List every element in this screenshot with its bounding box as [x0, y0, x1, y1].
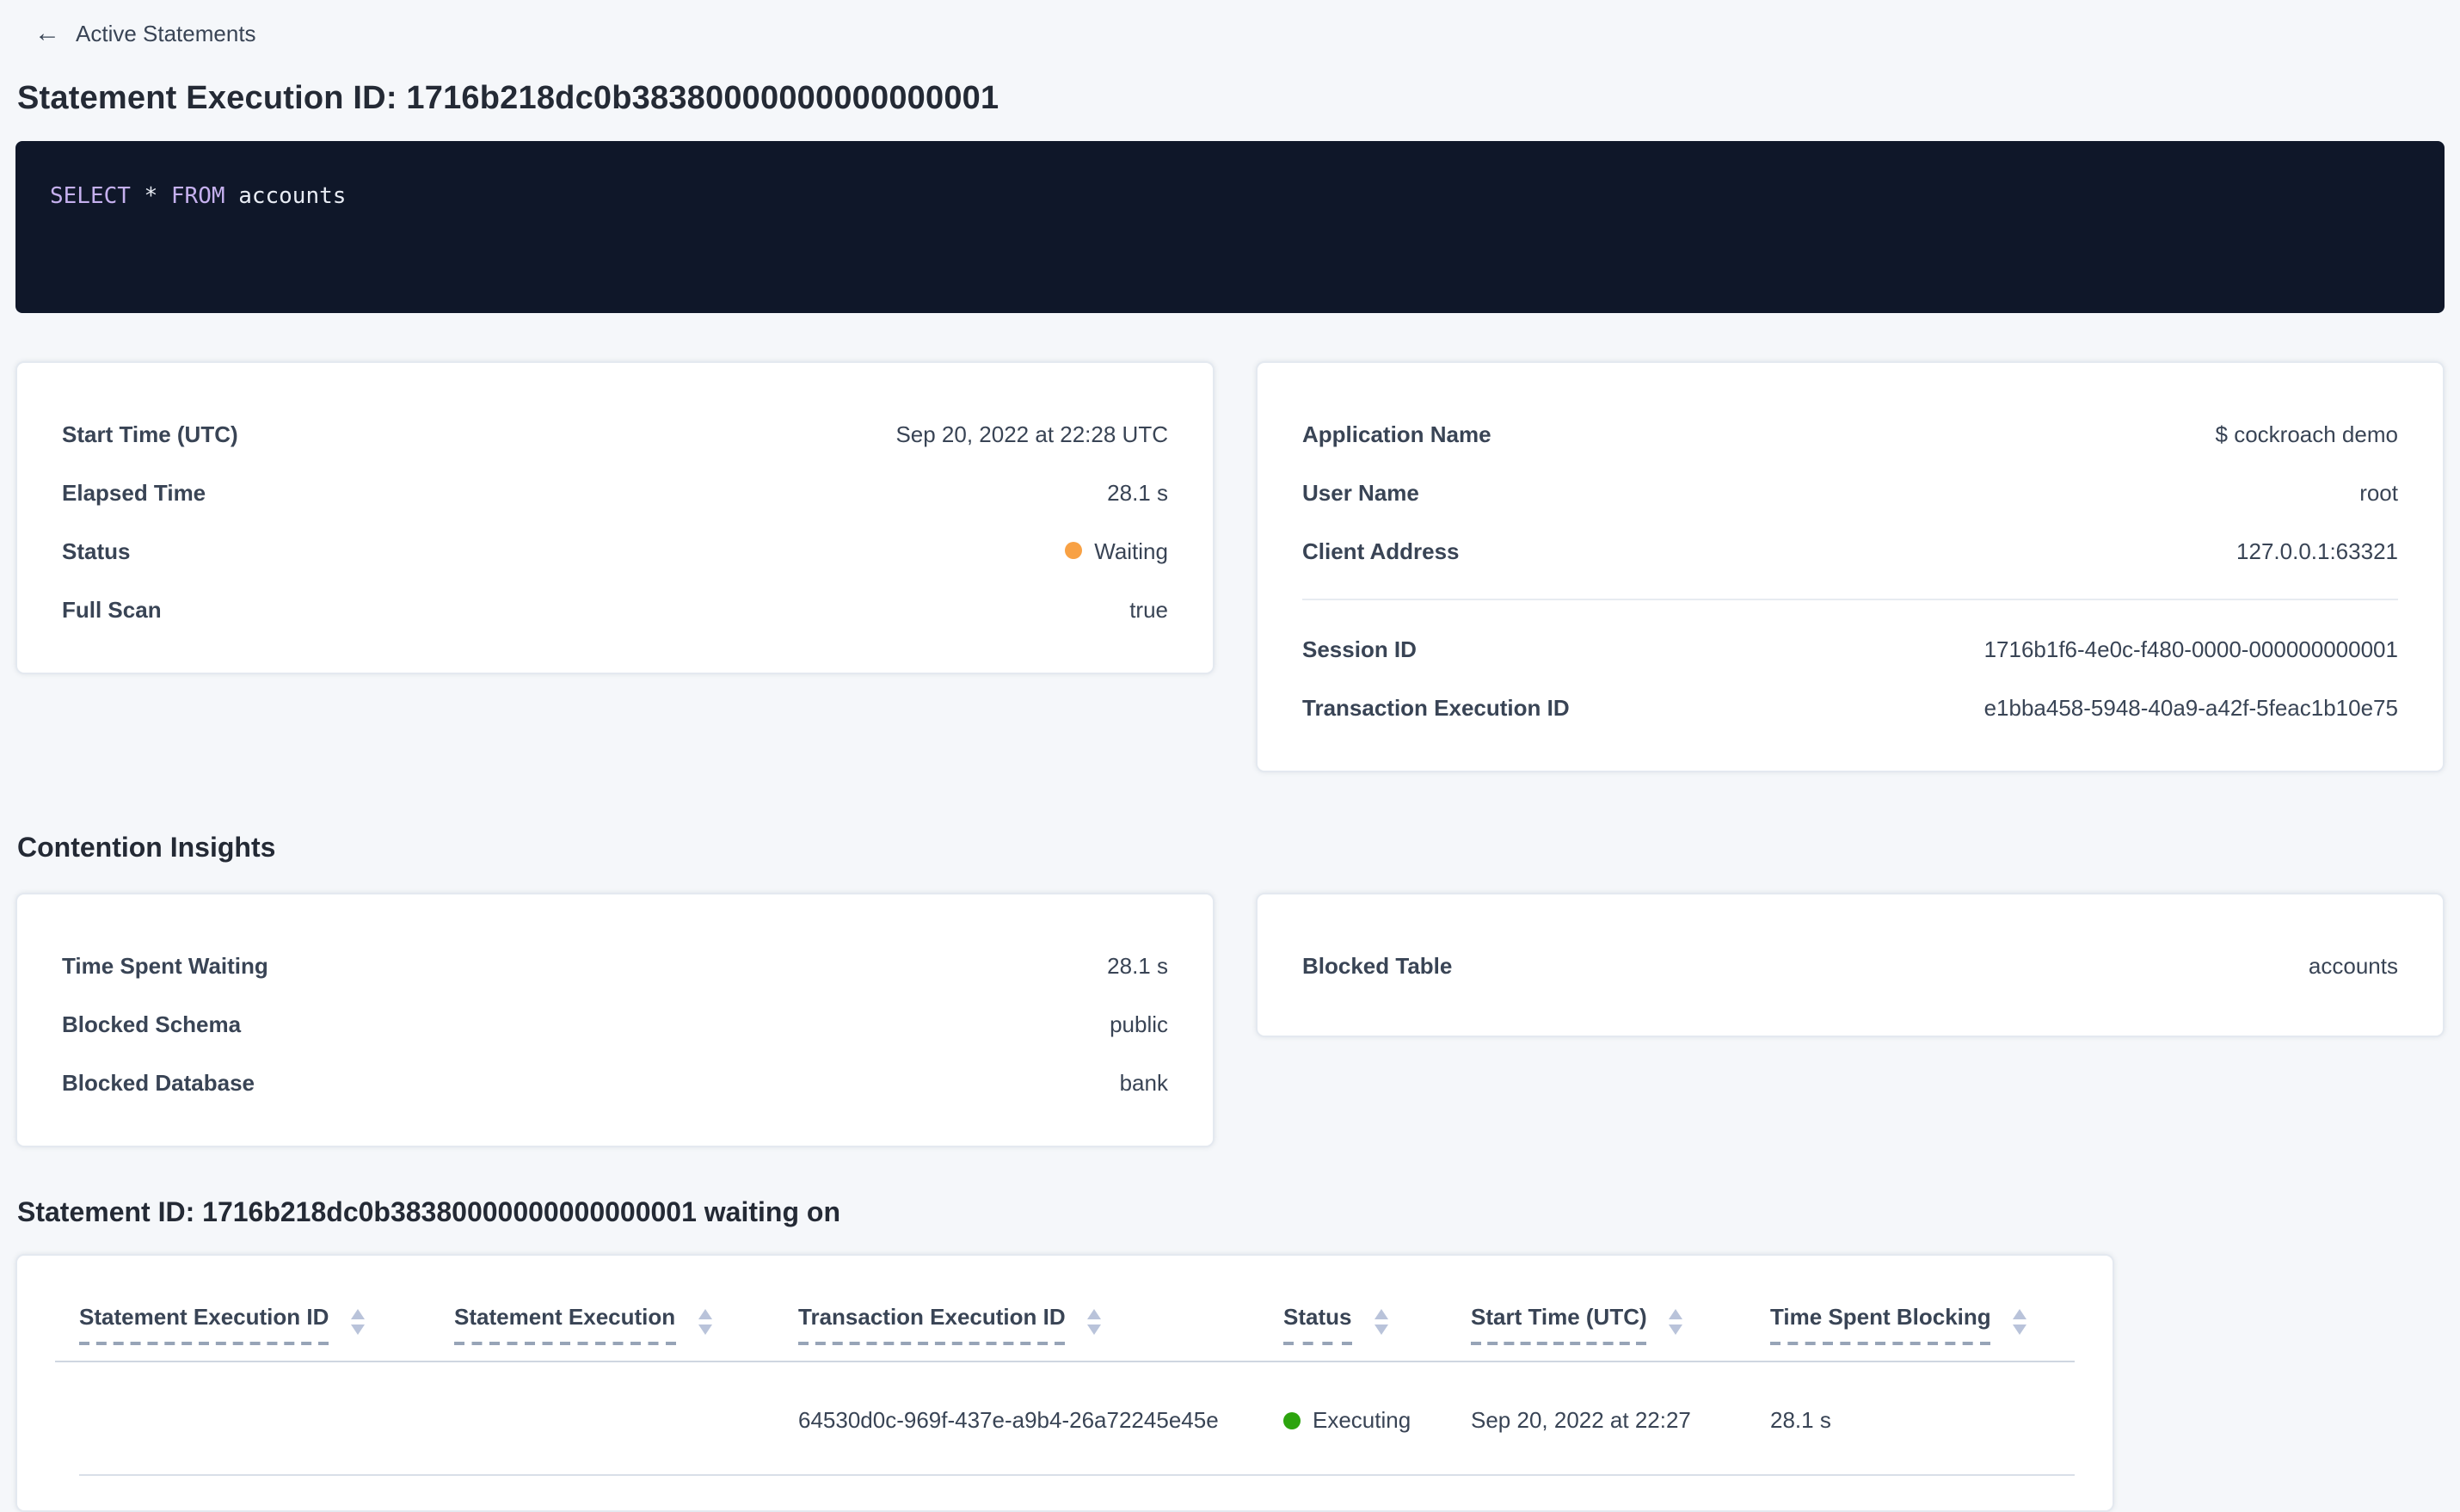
column-header-status[interactable]: Status [1283, 1304, 1471, 1345]
sort-asc-icon [698, 1309, 712, 1319]
application-name-label: Application Name [1302, 421, 1491, 446]
time-spent-waiting-label: Time Spent Waiting [62, 952, 268, 978]
back-arrow-icon: ← [34, 19, 60, 48]
sort-desc-icon [2013, 1325, 2027, 1335]
statement-execution-details-page: ← Active Statements Statement Execution … [0, 0, 2460, 1512]
status-text: Executing [1313, 1407, 1411, 1433]
card-divider [1302, 599, 2398, 600]
sort-asc-icon [2013, 1309, 2027, 1319]
waiting-on-heading: Statement ID: 1716b218dc0b38380000000000… [17, 1199, 840, 1228]
waiting-on-table-header: Statement Execution ID Statement Executi… [79, 1256, 2075, 1345]
full-scan-value: true [1129, 596, 1168, 622]
blocked-schema-value: public [1110, 1011, 1168, 1036]
sort-desc-icon [698, 1325, 712, 1335]
cell-status: Executing [1283, 1407, 1471, 1433]
start-time-label: Start Time (UTC) [62, 421, 238, 446]
full-scan-label: Full Scan [62, 596, 162, 622]
sort-icon[interactable] [1669, 1309, 1683, 1335]
cell-time-spent-blocking: 28.1 s [1770, 1407, 1831, 1433]
user-name-row: User Name root [1302, 463, 2398, 521]
blocked-database-label: Blocked Database [62, 1069, 255, 1095]
page-title: Statement Execution ID: 1716b218dc0b3838… [17, 81, 999, 117]
sort-asc-icon [1087, 1309, 1102, 1319]
elapsed-time-label: Elapsed Time [62, 479, 206, 505]
status-text: Waiting [1094, 538, 1168, 563]
client-address-row: Client Address 127.0.0.1:63321 [1302, 521, 2398, 580]
session-id-link[interactable]: 1716b1f6-4e0c-f480-0000-000000000001 [1984, 636, 2398, 661]
column-header-statement-execution-id[interactable]: Statement Execution ID [79, 1304, 454, 1345]
column-header-statement-execution[interactable]: Statement Execution [454, 1304, 798, 1345]
blocked-table-label: Blocked Table [1302, 952, 1453, 978]
blocked-schema-label: Blocked Schema [62, 1011, 242, 1036]
blocked-database-row: Blocked Database bank [62, 1053, 1168, 1111]
column-header-label: Status [1283, 1304, 1352, 1345]
column-header-label: Statement Execution ID [79, 1304, 329, 1345]
sort-icon[interactable] [2013, 1309, 2027, 1335]
status-row: Status Waiting [62, 521, 1168, 580]
elapsed-time-value: 28.1 s [1107, 479, 1168, 505]
sort-icon[interactable] [1374, 1309, 1388, 1335]
sort-asc-icon [1669, 1309, 1683, 1319]
session-id-row: Session ID 1716b1f6-4e0c-f480-0000-00000… [1302, 619, 2398, 678]
start-time-value: Sep 20, 2022 at 22:28 UTC [895, 421, 1168, 446]
cell-start-time: Sep 20, 2022 at 22:27 [1471, 1407, 1691, 1433]
application-name-value: $ cockroach demo [2215, 421, 2398, 446]
back-link-label: Active Statements [76, 21, 256, 46]
transaction-execution-id-link[interactable]: e1bba458-5948-40a9-a42f-5feac1b10e75 [1984, 694, 2398, 720]
transaction-execution-id-label: Transaction Execution ID [1302, 694, 1570, 720]
column-header-label: Time Spent Blocking [1770, 1304, 1991, 1345]
column-header-label: Start Time (UTC) [1471, 1304, 1647, 1345]
column-header-time-spent-blocking[interactable]: Time Spent Blocking [1770, 1304, 2080, 1345]
sql-statement-box: SELECT * FROM accounts [15, 141, 2445, 313]
sort-icon[interactable] [1087, 1309, 1102, 1335]
sort-icon[interactable] [351, 1309, 366, 1335]
column-header-transaction-execution-id[interactable]: Transaction Execution ID [798, 1304, 1283, 1345]
user-name-label: User Name [1302, 479, 1419, 505]
sort-asc-icon [1374, 1309, 1388, 1319]
sql-table-name: accounts [238, 184, 347, 210]
contention-insights-heading: Contention Insights [17, 834, 276, 864]
sort-icon[interactable] [698, 1309, 712, 1335]
status-label: Status [62, 538, 131, 563]
column-header-start-time[interactable]: Start Time (UTC) [1471, 1304, 1770, 1345]
back-to-active-statements-link[interactable]: ← Active Statements [34, 21, 2445, 46]
client-address-label: Client Address [1302, 538, 1460, 563]
cell-transaction-execution-id: 64530d0c-969f-437e-a9b4-26a72245e45e [798, 1407, 1219, 1433]
execution-overview-card: Start Time (UTC) Sep 20, 2022 at 22:28 U… [15, 361, 1215, 674]
column-header-label: Transaction Execution ID [798, 1304, 1066, 1345]
sort-desc-icon [351, 1325, 366, 1335]
column-header-label: Statement Execution [454, 1304, 676, 1345]
waiting-on-table: Statement Execution ID Statement Executi… [15, 1254, 2114, 1512]
sql-keyword-select: SELECT [50, 184, 131, 210]
elapsed-time-row: Elapsed Time 28.1 s [62, 463, 1168, 521]
time-spent-waiting-row: Time Spent Waiting 28.1 s [62, 936, 1168, 994]
blocked-schema-row: Blocked Schema public [62, 994, 1168, 1053]
status-executing-dot-icon [1283, 1411, 1301, 1429]
sort-desc-icon [1374, 1325, 1388, 1335]
contention-details-card: Time Spent Waiting 28.1 s Blocked Schema… [15, 893, 1215, 1147]
status-waiting-dot-icon [1065, 542, 1083, 559]
blocked-table-value: accounts [2308, 952, 2398, 978]
sort-desc-icon [1087, 1325, 1102, 1335]
session-details-card: Application Name $ cockroach demo User N… [1256, 361, 2445, 772]
status-value: Waiting [1065, 538, 1168, 563]
application-name-row: Application Name $ cockroach demo [1302, 404, 2398, 463]
sql-star: * [144, 184, 158, 210]
table-row: 64530d0c-969f-437e-a9b4-26a72245e45e Exe… [79, 1362, 2075, 1476]
client-address-value: 127.0.0.1:63321 [2236, 538, 2398, 563]
sort-asc-icon [351, 1309, 366, 1319]
transaction-execution-id-row: Transaction Execution ID e1bba458-5948-4… [1302, 678, 2398, 736]
session-id-label: Session ID [1302, 636, 1417, 661]
blocked-database-value: bank [1119, 1069, 1168, 1095]
time-spent-waiting-value: 28.1 s [1107, 952, 1168, 978]
blocked-table-card: Blocked Table accounts [1256, 893, 2445, 1037]
sort-desc-icon [1669, 1325, 1683, 1335]
sql-keyword-from: FROM [170, 184, 225, 210]
start-time-row: Start Time (UTC) Sep 20, 2022 at 22:28 U… [62, 404, 1168, 463]
full-scan-row: Full Scan true [62, 580, 1168, 638]
user-name-value: root [2359, 479, 2398, 505]
blocked-table-row: Blocked Table accounts [1302, 936, 2398, 994]
